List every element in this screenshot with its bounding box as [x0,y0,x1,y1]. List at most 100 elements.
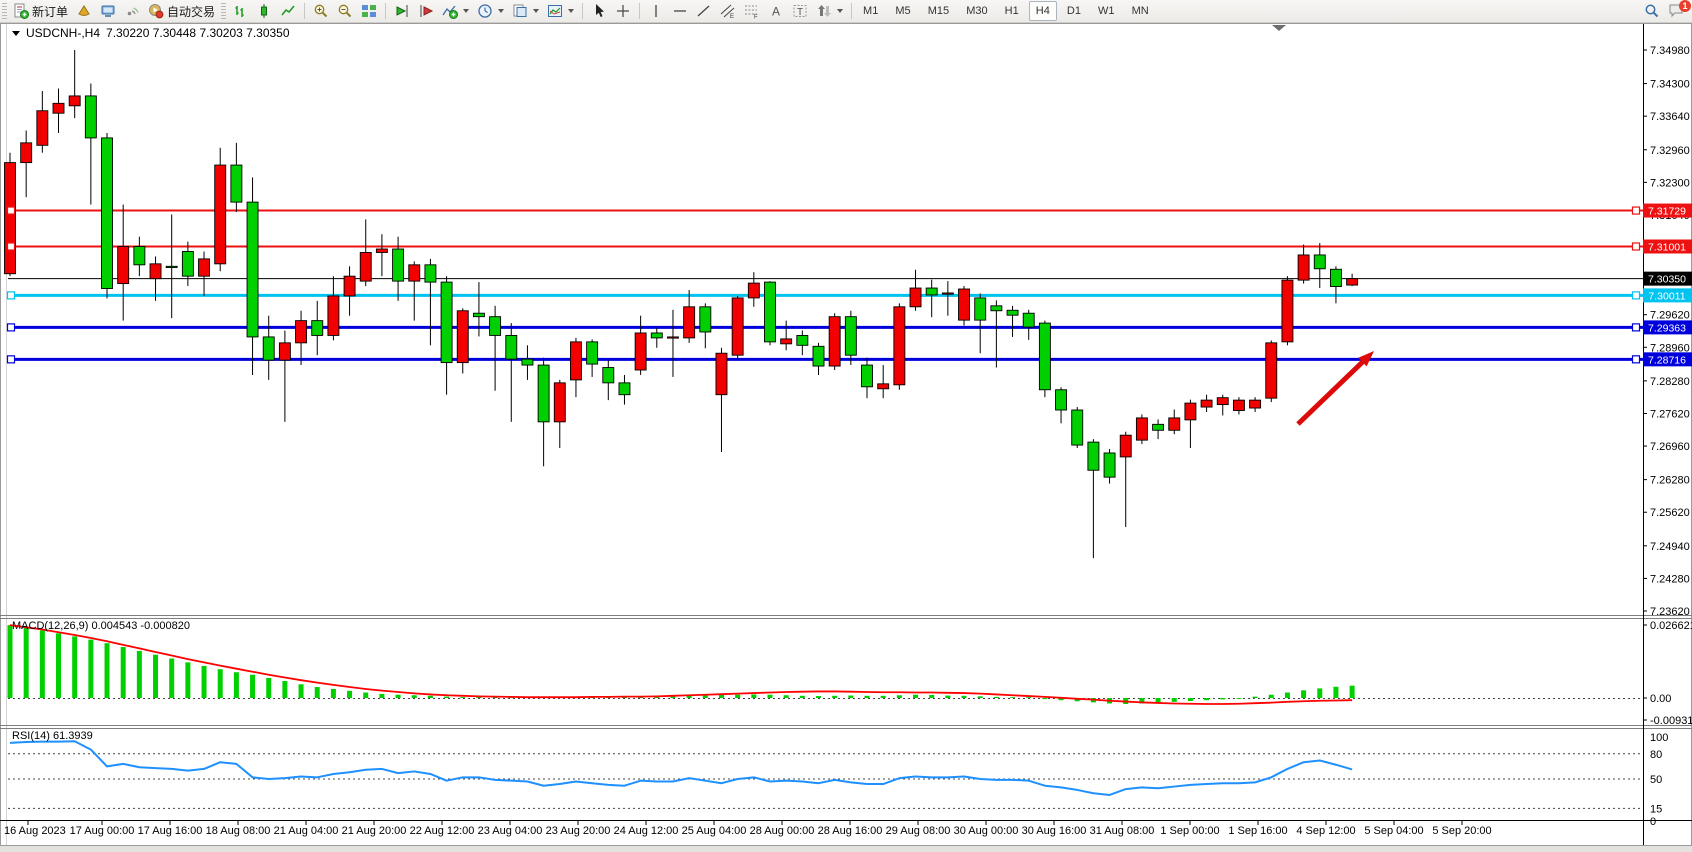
candlestick-chart-icon [256,3,272,19]
svg-text:7.24940: 7.24940 [1650,541,1690,553]
candlestick-chart-button[interactable] [252,0,276,22]
bar-chart-icon [232,3,248,19]
svg-text:7.25620: 7.25620 [1650,507,1690,519]
periods-button[interactable] [473,0,508,22]
new-order-button[interactable]: 新订单 [9,0,72,22]
svg-text:0.026621: 0.026621 [1650,620,1692,632]
indicators-dropdown-caret[interactable] [463,9,469,13]
signals-button[interactable] [120,0,144,22]
svg-text:28 Aug 00:00: 28 Aug 00:00 [750,825,815,837]
toolbar-grip [221,3,226,19]
svg-text:7.28280: 7.28280 [1650,376,1690,388]
svg-text:7.26280: 7.26280 [1650,475,1690,487]
indicators-button[interactable] [438,0,473,22]
hosting-icon [100,3,116,19]
tab-timeframe-m5[interactable]: M5 [888,1,917,21]
svg-text:16 Aug 2023: 16 Aug 2023 [4,825,66,837]
chart-dropdown-caret[interactable] [12,31,20,36]
svg-text:7.27620: 7.27620 [1650,408,1690,420]
horizontal-line-button[interactable] [668,0,692,22]
trendline-button[interactable] [692,0,716,22]
chart-title: USDCNH-,H4 7.30220 7.30448 7.30203 7.303… [12,26,290,40]
svg-text:7.30350: 7.30350 [1648,274,1686,286]
label-button[interactable]: T [788,0,812,22]
tile-windows-button[interactable] [357,0,381,22]
svg-text:15: 15 [1650,803,1662,815]
svg-text:7.31001: 7.31001 [1648,241,1686,253]
chart-ohlc-values: 7.30220 7.30448 7.30203 7.30350 [106,26,290,40]
svg-text:17 Aug 00:00: 17 Aug 00:00 [70,825,135,837]
gold-cone-button[interactable] [72,0,96,22]
line-chart-button[interactable] [276,0,300,22]
svg-text:28 Aug 16:00: 28 Aug 16:00 [818,825,883,837]
crosshair-icon [615,3,631,19]
tab-timeframe-m1[interactable]: M1 [856,1,885,21]
tab-timeframe-m30[interactable]: M30 [959,1,994,21]
tab-timeframe-m15[interactable]: M15 [921,1,956,21]
svg-text:0: 0 [1650,816,1656,828]
toolbar-grip [2,3,7,19]
zoom-out-icon [337,3,353,19]
new-order-icon [13,3,29,19]
chart-shift-button[interactable] [414,0,438,22]
svg-text:7.32300: 7.32300 [1650,177,1690,189]
text-icon: A [768,3,784,19]
chart-symbol-period: USDCNH-,H4 [26,26,100,40]
chart-canvas[interactable]: 7.349807.343007.336407.329607.323007.316… [0,0,1692,852]
templates-dropdown-caret[interactable] [568,9,574,13]
tab-timeframe-mn[interactable]: MN [1125,1,1156,21]
svg-text:0.00: 0.00 [1650,693,1671,705]
search-icon[interactable] [1644,3,1660,19]
equidistant-channel-icon: E [720,3,736,19]
shapes-dropdown-caret[interactable] [837,9,843,13]
vertical-line-button[interactable] [644,0,668,22]
label-icon: T [792,3,808,19]
tile-windows-icon [361,3,377,19]
tab-timeframe-w1[interactable]: W1 [1091,1,1122,21]
svg-text:7.28716: 7.28716 [1648,354,1686,366]
rsi-indicator-label: RSI(14) 61.3939 [12,730,93,742]
svg-text:7.29620: 7.29620 [1650,310,1690,322]
profiles-button[interactable] [508,0,543,22]
virtual-hosting-button[interactable] [96,0,120,22]
tab-timeframe-d1[interactable]: D1 [1060,1,1088,21]
auto-trading-button[interactable]: 自动交易 [144,0,219,22]
svg-text:7.33640: 7.33640 [1650,111,1690,123]
svg-text:7.31729: 7.31729 [1648,206,1686,218]
shapes-arrows-icon [816,3,832,19]
svg-text:30 Aug 16:00: 30 Aug 16:00 [1022,825,1087,837]
crosshair-button[interactable] [611,0,635,22]
notifications-button[interactable]: 1 [1668,2,1684,21]
indicators-icon [442,3,458,19]
cursor-button[interactable] [587,0,611,22]
svg-text:5 Sep 20:00: 5 Sep 20:00 [1432,825,1491,837]
fibonacci-button[interactable]: F [740,0,764,22]
svg-text:T: T [797,7,803,18]
svg-text:7.30011: 7.30011 [1648,290,1685,302]
vertical-line-icon [648,3,664,19]
trading-terminal: 新订单 自动交易 [0,0,1692,852]
tab-timeframe-h4[interactable]: H4 [1029,1,1057,21]
equidistant-channel-button[interactable]: E [716,0,740,22]
periods-dropdown-caret[interactable] [498,9,504,13]
shapes-button[interactable] [812,0,847,22]
zoom-out-button[interactable] [333,0,357,22]
gold-cone-icon [76,3,92,19]
svg-text:23 Aug 04:00: 23 Aug 04:00 [478,825,543,837]
bar-chart-button[interactable] [228,0,252,22]
zoom-in-button[interactable] [309,0,333,22]
line-chart-icon [280,3,296,19]
auto-scroll-button[interactable] [390,0,414,22]
svg-text:7.32960: 7.32960 [1650,145,1690,157]
svg-text:50: 50 [1650,774,1662,786]
svg-text:24 Aug 12:00: 24 Aug 12:00 [614,825,679,837]
templates-button[interactable] [543,0,578,22]
profiles-dropdown-caret[interactable] [533,9,539,13]
new-order-label: 新订单 [32,3,68,20]
svg-text:17 Aug 16:00: 17 Aug 16:00 [138,825,203,837]
svg-text:E: E [730,14,734,19]
svg-text:100: 100 [1650,732,1668,744]
text-button[interactable]: A [764,0,788,22]
svg-text:7.34300: 7.34300 [1650,79,1690,91]
tab-timeframe-h1[interactable]: H1 [998,1,1026,21]
